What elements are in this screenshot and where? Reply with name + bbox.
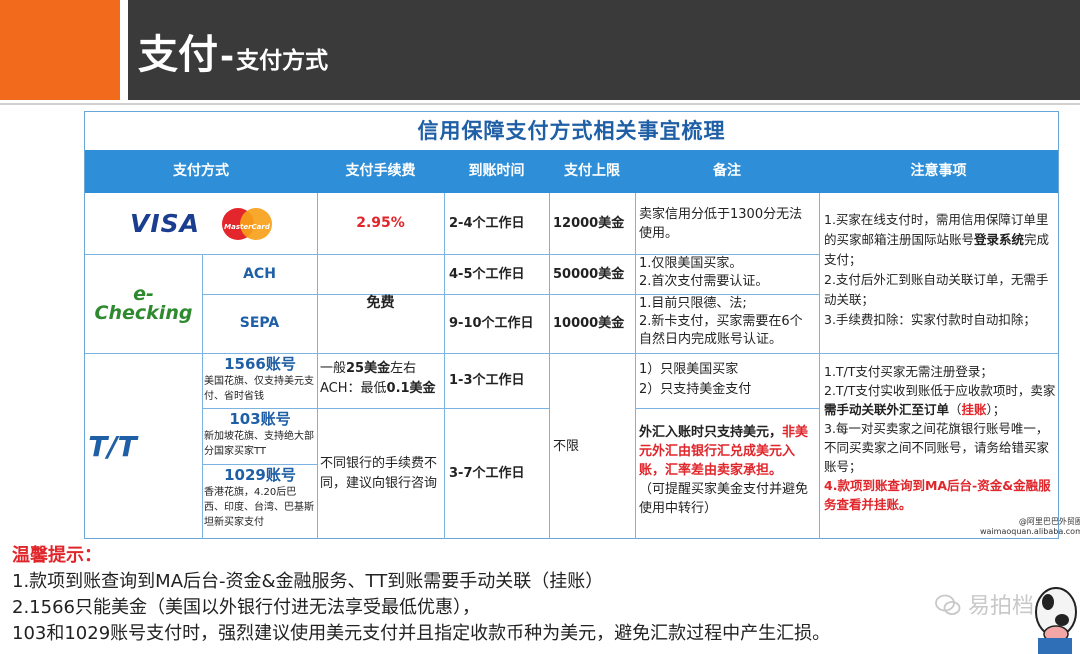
tips-block: 温馨提示： 1.款项到账查询到MA后台-资金&金融服务、TT到账需要手动关联（挂…	[12, 543, 1072, 647]
ach-remark: 1.仅限美国买家。 2.首次支付需要认证。	[639, 255, 817, 293]
tt-note-1: 1.T/T支付买家无需注册登录；	[824, 364, 993, 379]
acc-103-number: 103账号	[229, 410, 291, 428]
grid-line	[635, 193, 636, 539]
tt-note-2c: （	[949, 402, 962, 417]
slide: 支付-支付方式 信用保障支付方式相关事宜梳理 支付方式 支付手续费 到账时间 支…	[0, 0, 1080, 654]
tt-remark-other-a: 外汇入账时只支持美元，	[639, 425, 783, 440]
col-header-time: 到账时间	[468, 163, 525, 179]
tt-note-3: 3.每一对买卖家之间花旗银行账号唯一，不同买卖家之间不同账号，请务给错买家账号；	[824, 421, 1050, 474]
notes-top: 1.买家在线支付时，需用信用保障订单里的买家邮箱注册国际站账号登录系统完成支付；…	[824, 210, 1056, 350]
col-header-remark: 备注	[713, 163, 741, 179]
tt-time-1566: 1-3个工作日	[449, 373, 525, 388]
tt-fee-1566-c: 左右	[390, 361, 417, 376]
card-time: 2-4个工作日	[449, 216, 525, 231]
tips-title: 温馨提示：	[12, 545, 102, 566]
tt-fee-1566-b: 25美金	[346, 361, 391, 376]
tt-logo-text: T/T	[88, 429, 137, 463]
visa-logo: VISA	[129, 209, 200, 238]
acc-1566-note: 美国花旗、仅支持美元支付、省时省钱	[204, 376, 314, 402]
alibaba-watermark-1: @阿里巴巴外贸圈	[1018, 517, 1080, 526]
tt-notes: 1.T/T支付买家无需注册登录； 2.T/T支付实收到账低于应收款项时，卖家需手…	[824, 362, 1056, 534]
alibaba-watermark: @阿里巴巴外贸圈 waimaoquan.alibaba.com	[980, 517, 1080, 537]
header-gap	[120, 0, 128, 100]
grid-line	[635, 408, 819, 409]
grid-line	[549, 193, 550, 539]
ach-time: 4-5个工作日	[449, 266, 525, 282]
wechat-icon	[935, 594, 968, 619]
acc-1029-number: 1029账号	[224, 466, 296, 484]
col-header-fee: 支付手续费	[345, 163, 416, 179]
title-dash: -	[220, 37, 235, 77]
wechat-brand: 易拍档	[935, 588, 1034, 620]
sepa-name: SEPA	[239, 315, 280, 331]
tt-fee-1566-e: 0.1美金	[386, 381, 436, 396]
tt-fee-other: 不同银行的手续费不同，建议向银行咨询	[320, 455, 438, 491]
grid-line	[202, 464, 317, 465]
cow-mascot-icon	[1028, 572, 1080, 654]
ach-remark-2: 2.首次支付需要认证。	[639, 274, 769, 289]
card-remark: 卖家信用分低于1300分无法使用。	[639, 206, 803, 241]
echeck-fee: 免费	[366, 295, 395, 311]
ach-name: ACH	[243, 265, 276, 282]
title-main: 支付	[138, 32, 218, 78]
wechat-brand-name: 易拍档	[968, 594, 1035, 619]
tt-logo: T/T	[85, 353, 140, 539]
tt-note-2e: ）；	[986, 402, 1006, 417]
title-sub: 支付方式	[236, 48, 329, 74]
echeck-logo-text: e-Checking	[94, 282, 193, 324]
tt-fee-1566-d: ACH：最低	[320, 381, 387, 396]
sepa-limit: 10000美金	[553, 316, 625, 331]
notes-top-2: 2.支付后外汇到账自动关联订单，无需手动关联；	[824, 272, 1049, 307]
grid-line	[819, 193, 820, 539]
acc-1029-note: 香港花旗，4.20后巴西、印度、台湾、巴基斯坦新买家支付	[204, 487, 314, 528]
notes-top-1b: 登录系统	[974, 232, 1025, 247]
tt-remark-1566: 1）只限美国买家 2）只支持美金支付	[639, 360, 815, 406]
col-header-notes: 注意事项	[910, 163, 967, 179]
grid-line	[202, 408, 317, 409]
echeck-logo: e-Checking	[85, 254, 202, 353]
alibaba-watermark-2: waimaoquan.alibaba.com	[980, 527, 1080, 536]
acc-1566: 1566账号 美国花旗、仅支持美元支付、省时省钱	[204, 355, 316, 407]
grid-line	[444, 193, 445, 539]
tips-line-2: 2.1566只能美金（美国以外银行付进无法享受最低优惠），	[12, 597, 480, 618]
tt-fee-1566: 一般25美金左右 ACH：最低0.1美金	[320, 359, 442, 405]
acc-103-note: 新加坡花旗、支持绝大部分国家买家TT	[204, 431, 314, 457]
page-title: 支付-支付方式	[138, 22, 328, 80]
ach-limit: 50000美金	[553, 266, 625, 282]
card-fee: 2.95%	[356, 215, 405, 231]
ach-remark-1: 1.仅限美国买家。	[639, 256, 743, 271]
tt-remark-1566-2: 2）只支持美金支付	[639, 382, 752, 397]
acc-103: 103账号 新加坡花旗、支持绝大部分国家买家TT	[204, 410, 316, 463]
tt-fee-1566-a: 一般	[320, 361, 347, 376]
col-header-method: 支付方式	[173, 163, 229, 179]
notes-top-3: 3.手续费扣除：实家付款时自动扣除；	[824, 312, 1036, 327]
tt-note-4: 4.款项到账查询到MA后台-资金&金融服务查看并挂账。	[824, 478, 1051, 512]
tt-remark-other-c: （可提醒买家美金支付并避免使用中转行）	[639, 482, 809, 516]
tips-line-1: 1.款项到账查询到MA后台-资金&金融服务、TT到账需要手动关联（挂账）	[12, 571, 604, 592]
tt-time-other: 3-7个工作日	[449, 466, 525, 481]
acc-1566-number: 1566账号	[224, 355, 296, 373]
card-limit: 12000美金	[553, 216, 625, 231]
header-orange-block	[0, 0, 120, 100]
tt-limit: 不限	[553, 438, 580, 454]
card-logos: VISA MasterCard	[85, 193, 317, 254]
header-divider	[0, 103, 1080, 105]
tt-remark-other: 外汇入账时只支持美元，非美元外汇由银行汇兑成美元入账，汇率差由卖家承担。 （可提…	[639, 423, 817, 537]
sepa-remark: 1.目前只限德、法; 2.新卡支付，买家需要在6个自然日内完成账号认证。	[639, 295, 815, 352]
payment-table: 信用保障支付方式相关事宜梳理 支付方式 支付手续费 到账时间 支付上限 备注 注…	[84, 111, 1059, 539]
tt-note-2d: 挂账	[961, 402, 987, 417]
tt-remark-1566-1: 1）只限美国买家	[639, 362, 739, 377]
tips-line-3: 103和1029账号支付时，强烈建议使用美元支付并且指定收款币种为美元，避免汇款…	[12, 623, 831, 644]
mastercard-logo: MasterCard	[222, 207, 272, 240]
col-header-limit: 支付上限	[564, 163, 620, 179]
sepa-time: 9-10个工作日	[449, 316, 534, 331]
mastercard-logo-text: MasterCard	[224, 222, 270, 231]
acc-1029: 1029账号 香港花旗，4.20后巴西、印度、台湾、巴基斯坦新买家支付	[204, 466, 316, 538]
sepa-remark-2: 2.新卡支付，买家需要在6个自然日内完成账号认证。	[639, 314, 803, 347]
sepa-remark-1: 1.目前只限德、法;	[639, 296, 747, 311]
table-title: 信用保障支付方式相关事宜梳理	[417, 119, 726, 143]
tt-note-2a: 2.T/T支付实收到账低于应收款项时，卖家	[824, 383, 1056, 398]
tt-note-2b: 需手动关联外汇至订单	[824, 402, 950, 417]
